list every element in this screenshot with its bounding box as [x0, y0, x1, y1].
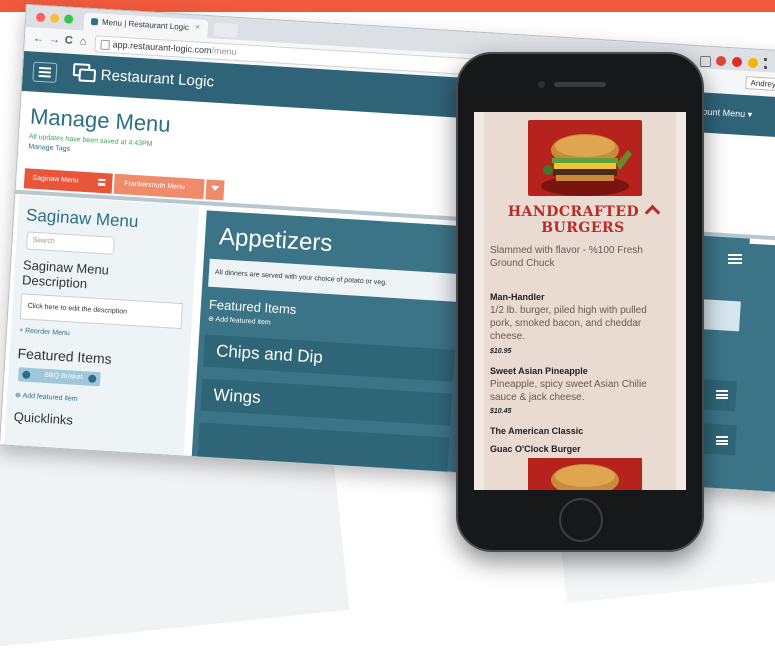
extension-icon[interactable]	[700, 56, 711, 67]
search-input[interactable]: Search	[26, 231, 115, 255]
item-description: Pineapple, spicy sweet Asian Chilie sauc…	[490, 379, 647, 403]
tab-dropdown-button[interactable]	[205, 179, 225, 201]
search-placeholder: Search	[32, 236, 55, 246]
back-icon[interactable]: ←	[33, 32, 45, 45]
close-window-icon[interactable]	[35, 12, 46, 23]
burger-photo	[528, 458, 642, 490]
favicon-icon	[90, 18, 99, 26]
drag-handle-icon[interactable]	[22, 370, 31, 379]
section-subtitle: Slammed with flavor - %100 Fresh Ground …	[490, 245, 643, 269]
reload-icon[interactable]: C	[64, 34, 73, 46]
description-prompt: Click here to edit the description	[27, 302, 128, 316]
smartphone: HANDCRAFTED BURGERS Slammed with flavor …	[456, 52, 704, 552]
extension-icon[interactable]	[748, 58, 758, 68]
manage-tags-link[interactable]: Manage Tags	[28, 143, 70, 153]
chat-logo-icon	[72, 63, 97, 83]
sidebar-title: Saginaw Menu	[25, 205, 139, 232]
chevron-down-icon	[210, 185, 220, 192]
item-name[interactable]: Sweet Asian Pineapple	[490, 366, 588, 376]
add-featured-link[interactable]: ⊕ Add featured item	[15, 391, 78, 403]
url-path: /menu	[211, 45, 237, 57]
section-note[interactable]: All dinners are served with your choice …	[208, 258, 460, 302]
description-title: Saginaw Menu Description	[21, 257, 110, 292]
reorder-menu-link[interactable]: + Reorder Menu	[19, 327, 70, 337]
maximize-window-icon[interactable]	[63, 14, 74, 24]
brand-name: Restaurant Logic	[100, 66, 215, 91]
heading-line2: BURGERS	[541, 220, 625, 236]
home-button[interactable]	[559, 498, 603, 542]
tab-saginaw-menu[interactable]: Saginaw Menu	[23, 168, 113, 194]
item-price: $10.45	[490, 408, 512, 415]
home-icon[interactable]: ⌂	[79, 35, 86, 47]
category-wings[interactable]: Wings	[200, 378, 453, 426]
featured-items-heading: Featured Items	[17, 345, 113, 367]
tab-label: Saginaw Menu	[32, 174, 79, 185]
description-field[interactable]: Click here to edit the description	[19, 293, 184, 330]
minimize-window-icon[interactable]	[49, 13, 60, 24]
category-label: Chips and Dip	[215, 341, 324, 367]
featured-chip-label: BBQ Brisket	[44, 371, 83, 382]
menu-sidebar: Saginaw Menu Search Saginaw Menu Descrip…	[3, 194, 199, 466]
speaker-grille	[554, 82, 606, 87]
tab-title: Menu | Restaurant Logic	[101, 17, 190, 32]
item-description: 1/2 lb. burger, piled high with pulled p…	[490, 305, 647, 342]
hamburger-menu-button[interactable]	[32, 61, 58, 83]
camera-icon	[538, 81, 545, 88]
add-featured-link[interactable]: ⊕ Add featured item	[208, 315, 271, 327]
category-label: Wings	[212, 385, 262, 408]
category-chips-and-dip[interactable]: Chips and Dip	[203, 334, 455, 382]
menu-icon[interactable]	[98, 178, 106, 187]
item-name[interactable]: Guac O'Clock Burger	[490, 444, 581, 454]
featured-chip[interactable]: BBQ Brisket	[17, 367, 101, 387]
extension-icon[interactable]	[716, 56, 726, 66]
featured-items-heading: Featured Items	[208, 296, 297, 318]
menu-icon[interactable]	[728, 254, 742, 264]
tab-close-icon[interactable]: ×	[195, 22, 200, 31]
menu-icon[interactable]	[716, 390, 728, 399]
page-icon	[100, 39, 110, 51]
add-featured-label: Add featured item	[22, 392, 78, 403]
forward-icon[interactable]: →	[49, 33, 61, 46]
burger-photo	[528, 120, 642, 196]
item-price: $10.95	[490, 348, 512, 355]
menu-section-heading[interactable]: HANDCRAFTED BURGERS	[490, 204, 676, 236]
add-featured-label: Add featured item	[215, 316, 271, 327]
heading-line1: HANDCRAFTED	[507, 204, 640, 220]
phone-screen: HANDCRAFTED BURGERS Slammed with flavor …	[474, 112, 686, 490]
url-host: app.restaurant-logic.com	[112, 39, 212, 56]
extension-icon[interactable]	[732, 57, 742, 67]
quicklinks-heading: Quicklinks	[13, 409, 74, 428]
remove-icon[interactable]	[88, 374, 97, 383]
new-tab-button[interactable]	[213, 22, 239, 38]
tab-label: Frankenmuth Menu	[123, 180, 186, 192]
page-title: Manage Menu	[29, 103, 172, 138]
menu-icon[interactable]	[716, 436, 728, 445]
section-title: Appetizers	[218, 223, 334, 258]
chrome-menu-icon[interactable]	[764, 58, 770, 69]
profile-button[interactable]: Andrey	[745, 76, 775, 92]
item-name[interactable]: The American Classic	[490, 426, 583, 436]
tab-frankenmuth-menu[interactable]: Frankenmuth Menu	[113, 173, 205, 200]
chevron-up-icon[interactable]	[644, 204, 661, 221]
mobile-menu: HANDCRAFTED BURGERS Slammed with flavor …	[484, 112, 676, 490]
section-note-text: All dinners are served with your choice …	[214, 269, 388, 287]
item-name[interactable]: Man-Handler	[490, 292, 545, 302]
